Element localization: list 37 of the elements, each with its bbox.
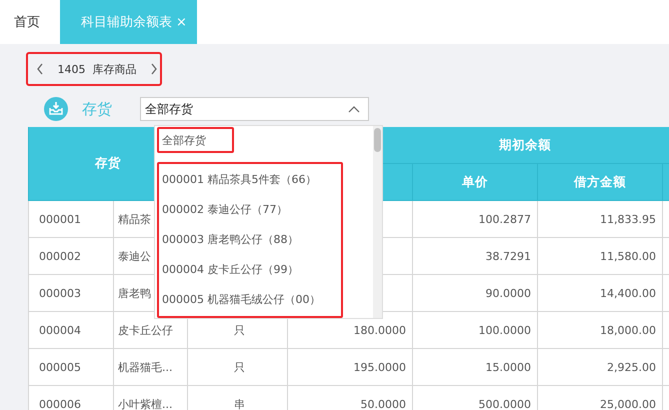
table-cell: 000001 [28,200,114,238]
inventory-select[interactable]: 全部存货 [140,97,369,121]
table-cell: 串 [234,398,245,410]
table-cell: 000003 [28,274,114,312]
table-cell: 000005 [28,348,114,386]
table-cell: 18,000.00 [538,312,662,348]
tab[interactable]: 首页 [0,0,60,44]
table-cell: 50.0000 [360,398,406,410]
table-cell: 90.0000 [412,274,538,312]
table-cell: 38.7291 [412,238,538,274]
column-header: 单价 [412,164,538,200]
table-cell: 11,580.00 [538,238,662,274]
table-cell: 只 [234,360,245,374]
table-cell: 25,000.00 [538,386,662,410]
inbox-icon [44,97,68,121]
table-cell: 000006 [28,386,114,410]
table-cell: 100.2877 [412,200,538,238]
table-cell: 2,925.00 [538,348,662,386]
chevron-right-icon[interactable] [150,63,158,75]
chevron-left-icon[interactable] [36,63,44,75]
table-cell: 14,400.00 [538,274,662,312]
filter-label: 存货 [82,100,113,118]
table-cell: 180.0000 [354,324,406,336]
table-cell: 15.0000 [412,348,538,386]
column-header: 借方金额 [538,164,662,200]
table-cell: 500.0000 [412,386,538,410]
dropdown-option[interactable]: 全部存货 [157,127,234,153]
table-cell: 195.0000 [354,360,406,374]
table-cell: 000002 [28,238,114,274]
caret-icon [348,105,360,113]
table-cell: 只 [234,324,245,336]
table-cell: 小叶紫檀... [114,386,188,410]
table-cell: 000004 [28,312,114,348]
table-cell: 100.0000 [412,312,538,348]
table-cell: 11,833.95 [538,200,662,238]
table-cell: 机器猫毛... [114,348,188,386]
account-label: 1405 库存商品 [58,62,136,76]
